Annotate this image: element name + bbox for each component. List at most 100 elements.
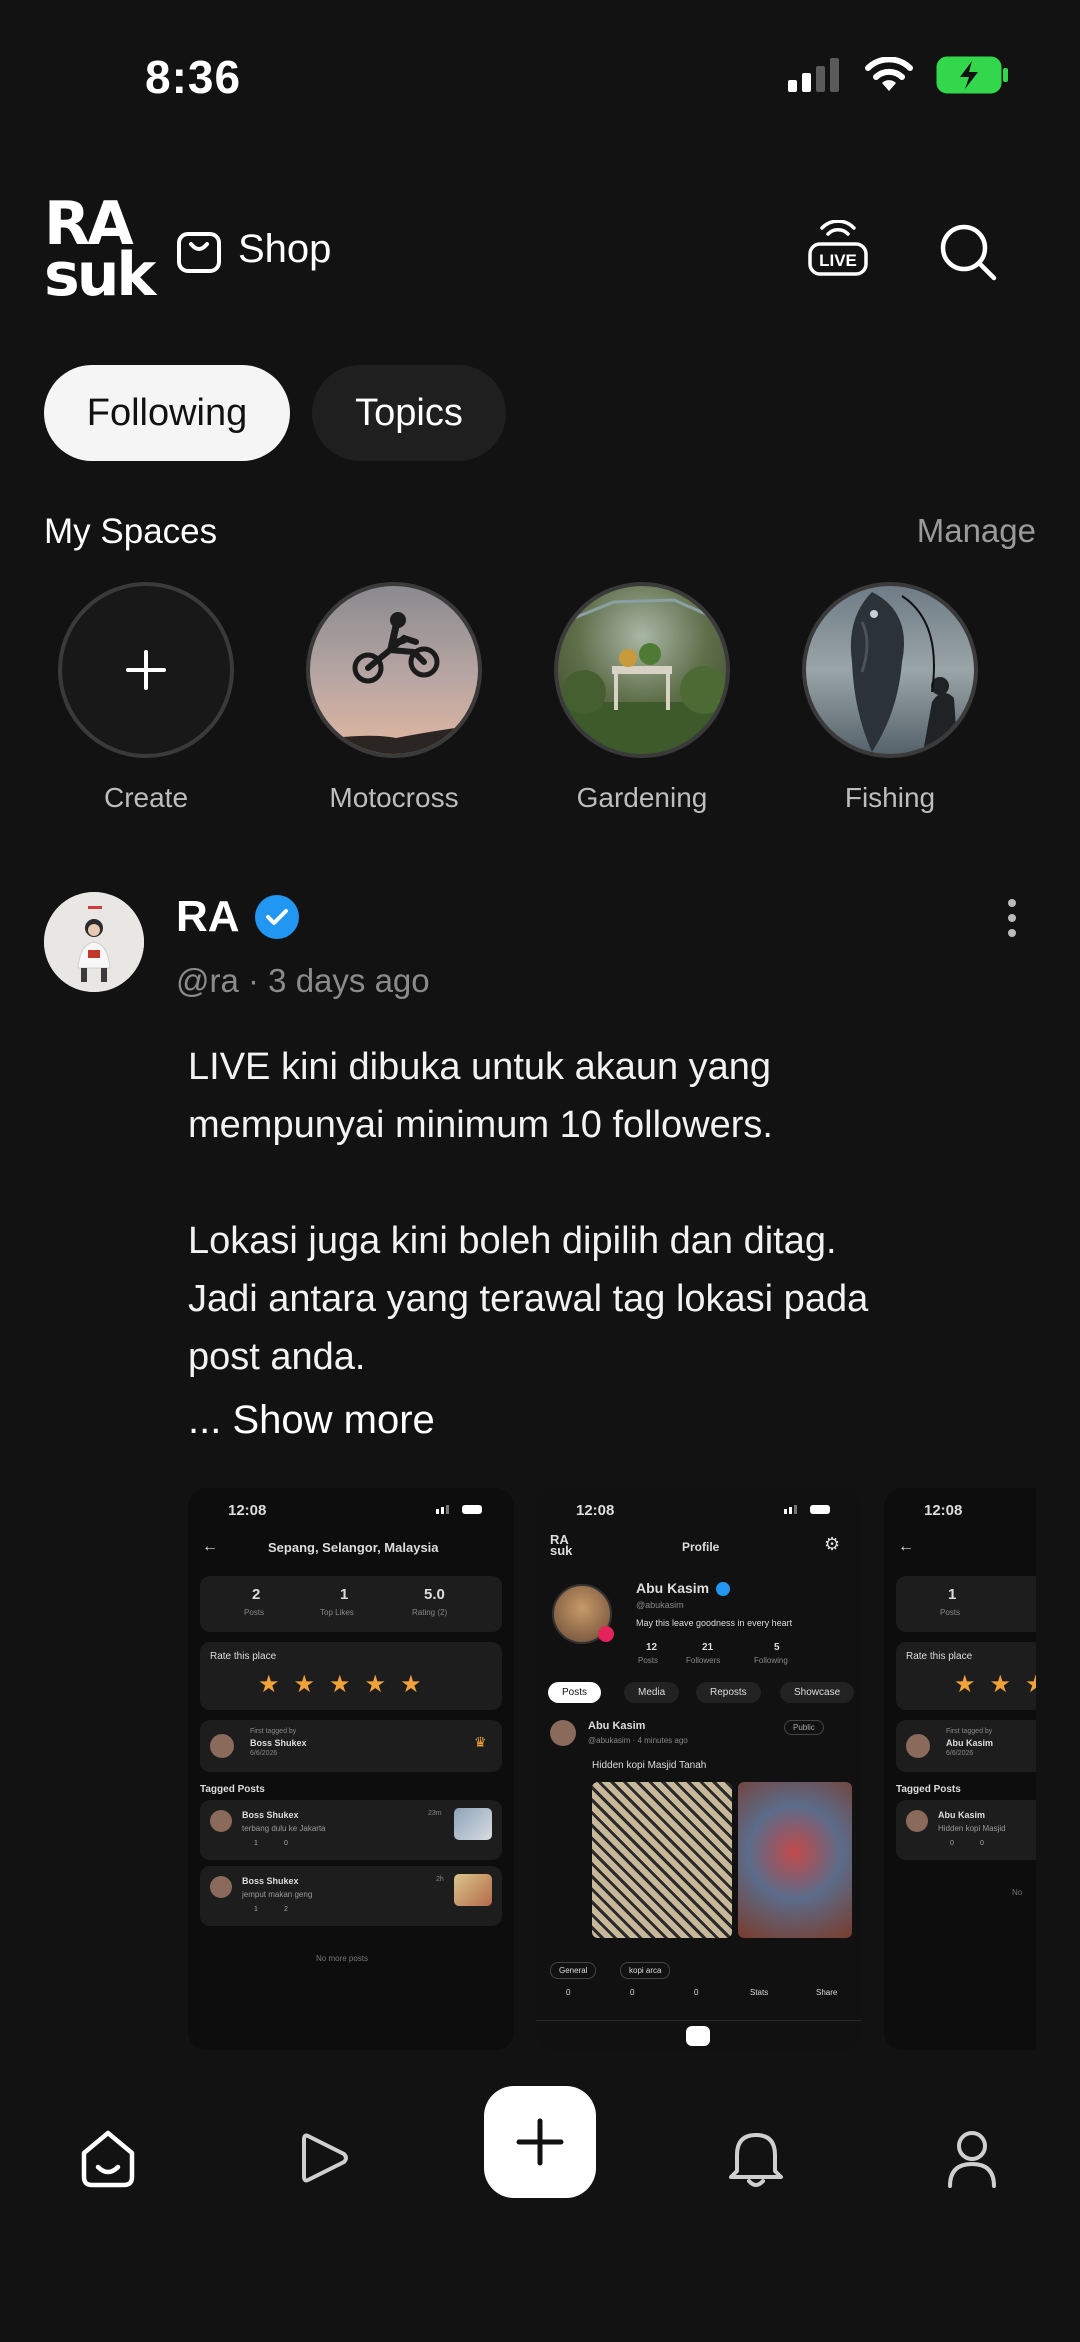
home-icon (81, 2130, 135, 2188)
shot-back-icon: ← (898, 1538, 914, 1555)
nav-home[interactable] (68, 2118, 148, 2198)
shot-logo: RA suk (550, 1532, 573, 1559)
gardening-table-graphic (558, 598, 726, 754)
shot-avatar (210, 1734, 234, 1758)
shot-avatar (210, 1810, 232, 1832)
more-vertical-icon (1008, 899, 1016, 937)
shot-stat-value: 1 (340, 1586, 349, 1603)
avatar-person-graphic (44, 892, 144, 992)
shot-post-comments: 2 (284, 1906, 288, 1913)
shot-avatar (906, 1810, 928, 1832)
shot-post-name: Boss Shukex (242, 1810, 299, 1820)
shot-time: 12:08 (576, 1502, 615, 1519)
shot-post-meta: @abukasim · 4 minutes ago (588, 1736, 688, 1745)
shot-stat-value: 21 (702, 1642, 714, 1653)
tab-topics[interactable]: Topics (312, 365, 506, 461)
nav-videos[interactable] (284, 2118, 364, 2198)
shot-rate-label: Rate this place (906, 1651, 973, 1662)
nav-notifications[interactable] (716, 2118, 796, 2198)
shot-tab-reposts: Reposts (696, 1682, 761, 1703)
post-media-carousel[interactable]: 12:08 ← Sepang, Selangor, Malaysia 2 Pos… (188, 1488, 1036, 2050)
shot-stat-label: Followers (686, 1656, 721, 1665)
shot-action-stats: Stats (750, 1988, 769, 1997)
space-label: Gardening (576, 782, 708, 813)
media-screenshot-location-2[interactable]: 12:08 ← 1 Posts Rate this place ★★★★★ Fi… (884, 1488, 1036, 2050)
show-more-link[interactable]: ... Show more (188, 1398, 435, 1443)
status-bar: 8:36 (0, 0, 1080, 160)
media-screenshot-location[interactable]: 12:08 ← Sepang, Selangor, Malaysia 2 Pos… (188, 1488, 514, 2050)
space-gardening[interactable]: Gardening (554, 582, 730, 814)
shop-label: Shop (238, 226, 332, 271)
space-fishing[interactable]: Fishing (802, 582, 978, 814)
shot-tag-chip: kopi arca (620, 1962, 671, 1979)
space-motocross[interactable]: Motocross (306, 582, 482, 814)
shot-post-likes: 1 (254, 1906, 258, 1913)
shot-stats-card (896, 1576, 1036, 1632)
shot-stat-label: Posts (638, 1656, 659, 1665)
live-button[interactable]: LIVE (806, 219, 870, 284)
shot-stats-card (200, 1576, 502, 1632)
shopping-bag-icon (177, 232, 221, 273)
fishing-image (802, 582, 978, 758)
shot-post-text: jemput makan geng (242, 1890, 313, 1899)
space-label: Motocross (329, 782, 459, 813)
post-body-text: LIVE kini dibuka untuk akaun yang mempun… (188, 1046, 869, 1378)
create-space-circle (58, 582, 234, 758)
shot-post-image (592, 1782, 732, 1938)
post-options-button[interactable] (1002, 896, 1022, 940)
post-author-name[interactable]: RA (176, 892, 240, 942)
bell-icon (729, 2133, 783, 2187)
plus-icon (516, 2118, 564, 2166)
shot-time: 12:08 (924, 1502, 963, 1519)
shot-add-button (686, 2026, 710, 2046)
space-label: Create (103, 782, 189, 813)
bottom-navigation (0, 2050, 1080, 2342)
shot-tag-chip: General (550, 1962, 597, 1979)
shot-action-count: 0 (630, 1988, 635, 1997)
shop-button[interactable]: Shop (176, 224, 331, 274)
space-create[interactable]: Create (58, 582, 234, 814)
live-icon-text: LIVE (819, 251, 857, 270)
shot-visibility-badge: Public (784, 1720, 824, 1735)
shot-tagged-posts-label: Tagged Posts (200, 1784, 265, 1795)
tab-following[interactable]: Following (44, 365, 290, 461)
search-button[interactable] (936, 220, 1000, 284)
feed-tabs: Following Topics (44, 365, 506, 461)
wifi-icon (865, 57, 913, 91)
shot-avatar (550, 1720, 576, 1746)
status-time: 8:36 (145, 51, 242, 103)
verified-badge-icon (254, 895, 299, 939)
create-post-button[interactable] (484, 2086, 596, 2198)
motocross-rider-graphic (310, 612, 478, 754)
shot-post-text: Hidden kopi Masjid (938, 1824, 1006, 1833)
shot-post-likes: 1 (254, 1840, 258, 1847)
shot-post-thumbnail (454, 1808, 492, 1840)
shot-post-time: 23m (428, 1810, 442, 1817)
shot-tab-posts: Posts (548, 1682, 602, 1703)
shot-post-comments: 0 (284, 1840, 288, 1847)
shot-tab-media: Media (624, 1682, 680, 1703)
nav-profile[interactable] (932, 2118, 1012, 2198)
manage-spaces-link[interactable]: Manage (917, 512, 1036, 550)
shot-status-icons (436, 1505, 482, 1514)
shot-action-share: Share (816, 1988, 838, 1997)
shot-post-likes: 0 (950, 1840, 954, 1847)
fishing-fish-graphic (850, 592, 958, 754)
shot-stat-label: Posts (940, 1608, 961, 1617)
shot-post-name: Abu Kasim (938, 1810, 986, 1820)
media-screenshot-profile[interactable]: 12:08 RA suk Profile ⚙ Abu Kasim @abukasi… (536, 1488, 862, 2050)
search-icon (940, 224, 997, 281)
play-icon (302, 2133, 348, 2183)
shot-live-dot (598, 1626, 614, 1642)
shot-first-tagged-date: 6/6/2026 (946, 1750, 974, 1757)
shot-post-image (738, 1782, 852, 1938)
shot-first-tagged-label: First tagged by (250, 1728, 297, 1735)
post-author-avatar[interactable] (44, 892, 144, 992)
status-icons (788, 56, 1010, 94)
top-header: RA suk Shop LIVE (0, 190, 1080, 310)
app-logo[interactable]: RA suk (44, 194, 156, 305)
shot-end-label: No (1012, 1888, 1023, 1897)
shot-stat-value: 5.0 (424, 1586, 445, 1603)
shot-post-time: 2h (436, 1876, 444, 1883)
shot-tab-showcase: Showcase (780, 1682, 855, 1703)
